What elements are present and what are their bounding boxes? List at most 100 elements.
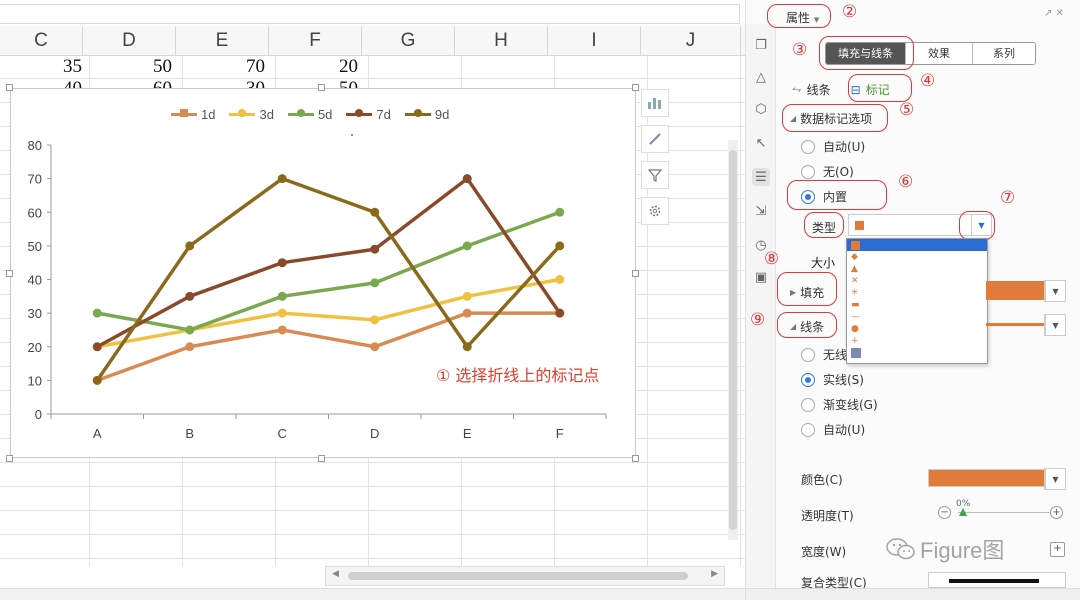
fill-color-dropdown[interactable]: ▼	[1044, 280, 1066, 302]
resize-handle-br[interactable]	[632, 455, 639, 462]
filter-icon[interactable]	[641, 161, 669, 189]
legend-swatch	[346, 108, 373, 117]
line-gradient-option[interactable]: 渐变线(G)	[801, 396, 878, 413]
compound-type-select[interactable]	[928, 572, 1066, 588]
marker-none-radio[interactable]	[801, 164, 815, 179]
data-point-7d	[92, 342, 102, 352]
shapes-icon[interactable]: ❐	[752, 36, 770, 54]
resize-handle-r[interactable]	[632, 270, 639, 277]
marker-auto-option[interactable]: 自动(U)	[801, 138, 865, 155]
callout-ellipse-8	[777, 272, 837, 306]
properties-icon[interactable]: ☰	[752, 168, 770, 186]
marker-option-circle[interactable]: ●	[847, 323, 987, 335]
tab-series[interactable]: 系列	[973, 43, 1035, 64]
color-dropdown[interactable]: ▼	[1044, 468, 1066, 490]
marker-option-x[interactable]: ✕	[847, 275, 987, 287]
horizontal-scroll-thumb[interactable]	[348, 572, 688, 580]
square-marker-icon	[855, 221, 864, 230]
marker-option-dash[interactable]: ▬	[847, 299, 987, 311]
horizontal-scrollbar[interactable]: ◀ ▶	[325, 566, 725, 586]
marker-none-option[interactable]: 无(O)	[801, 163, 854, 180]
brush-icon[interactable]	[641, 125, 669, 153]
legend-item-3d[interactable]: 3d	[229, 105, 274, 123]
vertical-scrollbar[interactable]	[728, 140, 738, 540]
marker-option-star[interactable]: ✳	[847, 287, 987, 299]
marker-auto-radio[interactable]	[801, 139, 815, 154]
line-solid-option[interactable]: 实线(S)	[801, 371, 864, 388]
line-solid-radio[interactable]	[801, 372, 815, 387]
chevron-down-icon[interactable]: ▼	[1045, 315, 1065, 335]
column-d[interactable]: D	[83, 26, 176, 56]
line-gradient-radio[interactable]	[801, 397, 815, 412]
chevron-down-icon[interactable]: ▼	[1045, 469, 1065, 489]
data-point-9d	[92, 375, 102, 385]
cell-e1[interactable]: 70	[205, 56, 265, 78]
transparency-slider[interactable]	[958, 512, 1053, 513]
line-chart[interactable]: 0 10 20 30 40 50 60 70 80 A B C D E F 1d 3d 5d 7d 9d ① 选择折…	[10, 88, 636, 458]
resize-handle-bl[interactable]	[6, 455, 13, 462]
data-point-1d	[370, 342, 380, 352]
column-g[interactable]: G	[362, 26, 455, 56]
callout-ellipse-type	[804, 212, 844, 238]
image-icon[interactable]: ▣	[752, 268, 770, 286]
transparency-slider-thumb[interactable]	[959, 508, 967, 516]
marker-option-plus[interactable]: +	[847, 335, 987, 347]
cell-c1[interactable]: 35	[22, 56, 82, 78]
line-auto-option[interactable]: 自动(U)	[801, 421, 865, 438]
vertical-scroll-thumb[interactable]	[729, 150, 737, 530]
resize-handle-t[interactable]	[318, 84, 325, 91]
resize-handle-l[interactable]	[6, 270, 13, 277]
column-h[interactable]: H	[455, 26, 548, 56]
legend-item-1d[interactable]: 1d	[171, 105, 215, 123]
width-increase-button[interactable]: +	[1050, 542, 1065, 557]
line-auto-radio[interactable]	[801, 422, 815, 437]
subtab-line-label: 线条	[806, 83, 831, 97]
subtab-line[interactable]: ⥊ 线条	[792, 81, 831, 98]
marker-option-square[interactable]	[847, 239, 987, 251]
decrease-button[interactable]: −	[938, 506, 951, 519]
tab-effects[interactable]: 效果	[906, 43, 973, 64]
scroll-left-icon[interactable]: ◀	[332, 569, 339, 579]
chart-legend[interactable]: 1d 3d 5d 7d 9d	[171, 105, 449, 123]
legend-swatch	[287, 108, 314, 117]
line-color-picker[interactable]	[928, 469, 1063, 487]
formula-bar[interactable]	[0, 4, 740, 24]
legend-marker	[355, 108, 364, 117]
resize-handle-tr[interactable]	[632, 84, 639, 91]
legend-item-7d[interactable]: 7d	[346, 105, 391, 123]
scroll-right-icon[interactable]: ▶	[711, 569, 718, 579]
legend-item-9d[interactable]: 9d	[404, 105, 449, 123]
x-tick-label: C	[278, 426, 287, 441]
data-point-9d	[277, 174, 287, 184]
resize-handle-tl[interactable]	[6, 84, 13, 91]
line-none-radio[interactable]	[801, 347, 815, 362]
marker-option-line[interactable]: —	[847, 311, 987, 323]
column-c[interactable]: C	[0, 26, 83, 56]
style-icon[interactable]: △	[752, 68, 770, 86]
select-icon[interactable]: ↖	[752, 134, 770, 152]
transform-icon[interactable]: ⇲	[752, 202, 770, 220]
column-f[interactable]: F	[269, 26, 362, 56]
gear-icon[interactable]	[641, 197, 669, 225]
chart-elements-icon[interactable]	[641, 89, 669, 117]
marker-option-diamond[interactable]: ◆	[847, 251, 987, 263]
expand-icon[interactable]: ↗ ✕	[1044, 8, 1064, 19]
data-point-3d	[462, 291, 472, 301]
increase-button[interactable]: +	[1050, 506, 1063, 519]
cell-d1[interactable]: 50	[112, 56, 172, 78]
line-style-dropdown[interactable]: ▼	[1044, 314, 1066, 336]
column-j[interactable]: J	[641, 26, 741, 56]
marker-option-triangle[interactable]: ▲	[847, 263, 987, 275]
column-i[interactable]: I	[548, 26, 641, 56]
marker-option-picture[interactable]	[847, 347, 987, 359]
legend-item-5d[interactable]: 5d	[287, 105, 332, 123]
resize-handle-b[interactable]	[318, 455, 325, 462]
chevron-down-icon[interactable]: ▼	[1045, 281, 1065, 301]
marker-type-dropdown[interactable]: ◆ ▲ ✕ ✳ ▬ — ● +	[846, 238, 988, 364]
effects-icon[interactable]: ⬡	[752, 100, 770, 118]
chart-tools	[641, 89, 669, 233]
column-e[interactable]: E	[176, 26, 269, 56]
callout-ellipse-7	[959, 211, 995, 240]
cell-f1[interactable]: 20	[298, 56, 358, 78]
line-none-option[interactable]: 无线	[801, 346, 847, 363]
